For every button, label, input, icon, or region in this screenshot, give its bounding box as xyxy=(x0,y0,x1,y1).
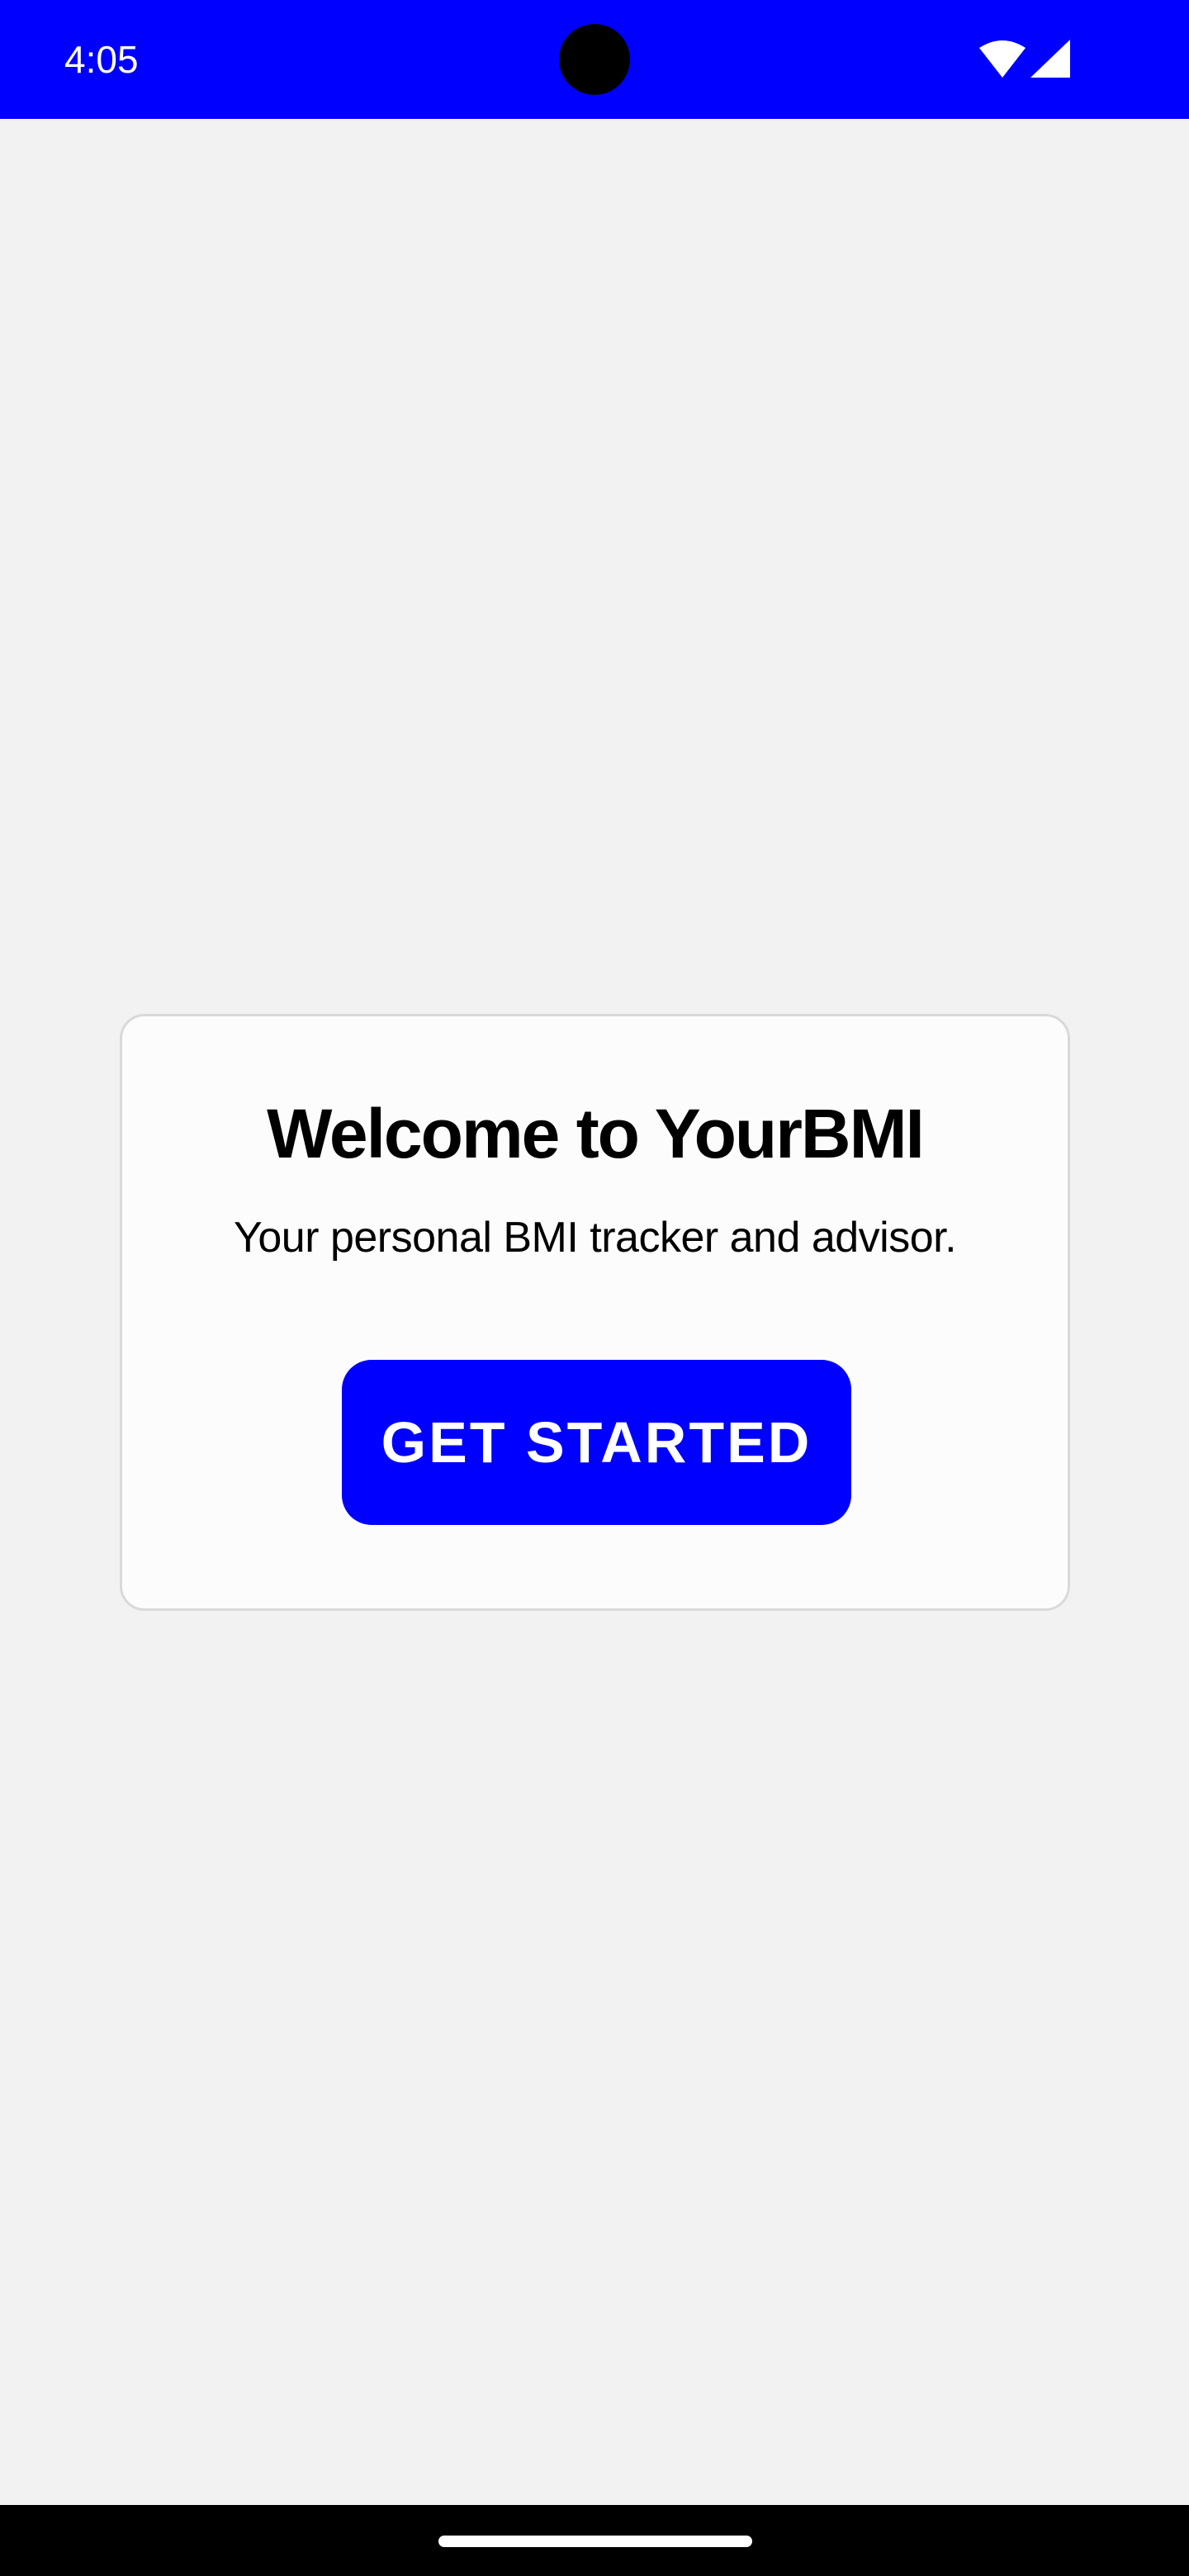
wifi-icon xyxy=(979,40,1026,79)
welcome-card: Welcome to YourBMI Your personal BMI tra… xyxy=(120,1014,1070,1611)
camera-cutout xyxy=(559,24,630,95)
signal-icon xyxy=(1030,40,1070,79)
status-icons xyxy=(979,40,1070,79)
status-time: 4:05 xyxy=(64,38,139,81)
welcome-subtitle: Your personal BMI tracker and advisor. xyxy=(233,1214,957,1262)
home-indicator[interactable] xyxy=(438,2536,752,2547)
status-bar: 4:05 xyxy=(0,0,1189,119)
navigation-bar xyxy=(0,2505,1189,2576)
welcome-title: Welcome to YourBMI xyxy=(267,1095,925,1172)
welcome-screen: 4:05 Welcome to YourBMI Your personal BM… xyxy=(0,0,1189,2576)
get-started-button[interactable]: GET STARTED xyxy=(342,1360,851,1525)
